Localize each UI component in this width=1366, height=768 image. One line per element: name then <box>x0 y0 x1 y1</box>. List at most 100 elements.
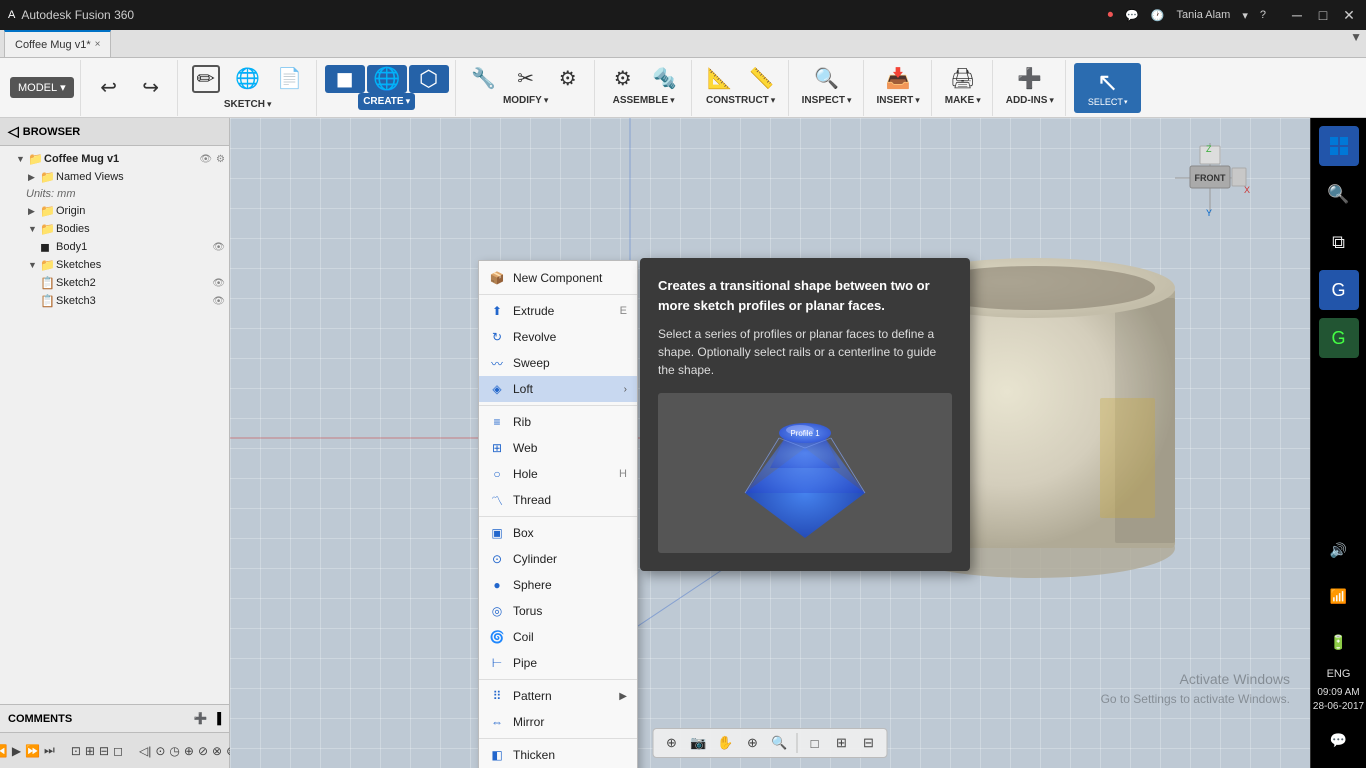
play-next-button[interactable]: ⏩ <box>25 740 40 762</box>
visibility-icon-sketch2[interactable]: 👁 <box>212 278 225 289</box>
anim-btn-4[interactable]: ⊕ <box>184 740 194 762</box>
play-end-button[interactable]: ⏭ <box>44 740 55 762</box>
make-menu-button[interactable]: MAKE ▾ <box>940 92 986 109</box>
inspect-menu-button[interactable]: INSPECT ▾ <box>797 92 857 109</box>
vp-pan-btn[interactable]: ✋ <box>714 731 738 755</box>
clock-icon[interactable]: 🕐 <box>1151 9 1165 22</box>
viewport[interactable]: FRONT X Y Z Activate Windows Go to Setti… <box>230 118 1310 768</box>
maximize-button[interactable]: □ <box>1314 6 1332 24</box>
select-button[interactable]: ↖ SELECT ▾ <box>1074 63 1142 113</box>
tree-item-sketches[interactable]: ▼ 📁 Sketches <box>0 256 229 274</box>
menu-item-box[interactable]: ▣ Box <box>479 520 637 546</box>
modify-btn-2[interactable]: ✂ <box>506 66 546 92</box>
anim-btn-1[interactable]: ◁| <box>139 740 151 762</box>
orientation-gizmo[interactable]: FRONT X Y Z <box>1170 138 1250 218</box>
construct-btn-2[interactable]: 📏 <box>742 66 782 92</box>
menu-item-loft[interactable]: ◈ Loft › <box>479 376 637 402</box>
sketch-create-button[interactable]: ✏ <box>186 62 226 96</box>
tree-item-named-views[interactable]: ▶ 📁 Named Views <box>0 168 229 186</box>
anim-btn-3[interactable]: ◷ <box>169 740 179 762</box>
comment-icon[interactable]: 💬 <box>1125 9 1139 22</box>
active-tab[interactable]: Coffee Mug v1* × <box>4 30 111 57</box>
speaker-icon[interactable]: 🔊 <box>1319 530 1359 570</box>
frame-btn-4[interactable]: ◻ <box>113 740 123 762</box>
sketch-menu-button[interactable]: SKETCH ▾ <box>219 96 277 113</box>
create-form-btn[interactable]: ⬡ <box>409 65 449 93</box>
tab-close-button[interactable]: × <box>95 39 101 50</box>
menu-item-rib[interactable]: ≡ Rib <box>479 409 637 435</box>
tree-item-sketch2[interactable]: 📋 Sketch2 👁 <box>0 274 229 292</box>
inspect-btn[interactable]: 🔍 <box>807 66 847 92</box>
addins-btn[interactable]: ➕ <box>1010 66 1050 92</box>
vp-zoom-btn[interactable]: 🔍 <box>768 731 792 755</box>
anim-btn-2[interactable]: ⊙ <box>155 740 165 762</box>
taskbar-chrome-button[interactable]: G <box>1319 270 1359 310</box>
redo-button[interactable]: ↪ <box>131 75 171 101</box>
model-button[interactable]: MODEL ▾ <box>10 77 74 98</box>
construct-menu-button[interactable]: CONSTRUCT ▾ <box>701 92 780 109</box>
minimize-button[interactable]: ─ <box>1288 6 1306 24</box>
add-comment-icon[interactable]: ➕ <box>194 712 208 725</box>
tree-item-root[interactable]: ▼ 📁 Coffee Mug v1 👁 ⚙ <box>0 150 229 168</box>
create-menu-button[interactable]: CREATE ▾ <box>358 93 415 110</box>
close-button[interactable]: ✕ <box>1340 6 1358 24</box>
user-name[interactable]: Tania Alam <box>1177 9 1231 21</box>
tree-expand-sketches[interactable]: ▼ <box>28 260 40 270</box>
tree-item-body1[interactable]: ◼ Body1 👁 <box>0 238 229 256</box>
assemble-btn-1[interactable]: ⚙ <box>603 66 643 92</box>
modify-btn-3[interactable]: ⚙ <box>548 66 588 92</box>
settings-icon-root[interactable]: ⚙ <box>216 154 225 165</box>
make-btn[interactable]: 🖨 <box>943 66 983 92</box>
wifi-icon[interactable]: 📶 <box>1319 576 1359 616</box>
tree-item-origin[interactable]: ▶ 📁 Origin <box>0 202 229 220</box>
construct-btn-1[interactable]: 📐 <box>700 66 740 92</box>
sketch-btn-3[interactable]: 📄 <box>270 66 310 92</box>
menu-item-cylinder[interactable]: ⊙ Cylinder <box>479 546 637 572</box>
menu-item-sphere[interactable]: ● Sphere <box>479 572 637 598</box>
battery-icon[interactable]: 🔋 <box>1319 622 1359 662</box>
anim-btn-6[interactable]: ⊗ <box>212 740 222 762</box>
anim-btn-5[interactable]: ⊘ <box>198 740 208 762</box>
play-prev-button[interactable]: ⏪ <box>0 740 8 762</box>
vp-orbit-btn[interactable]: ⊕ <box>741 731 765 755</box>
menu-item-torus[interactable]: ◎ Torus <box>479 598 637 624</box>
modify-btn-1[interactable]: 🔧 <box>464 66 504 92</box>
tree-expand-bodies[interactable]: ▼ <box>28 224 40 234</box>
visibility-icon-sketch3[interactable]: 👁 <box>212 296 225 307</box>
play-button[interactable]: ▶ <box>12 740 21 762</box>
menu-item-extrude[interactable]: ⬆ Extrude E <box>479 298 637 324</box>
insert-btn[interactable]: 📥 <box>878 66 918 92</box>
start-button[interactable] <box>1319 126 1359 166</box>
addins-menu-button[interactable]: ADD-INS ▾ <box>1001 92 1059 109</box>
menu-item-revolve[interactable]: ↻ Revolve <box>479 324 637 350</box>
taskbar-search-button[interactable]: 🔍 <box>1319 174 1359 214</box>
insert-menu-button[interactable]: INSERT ▾ <box>872 92 925 109</box>
vp-display-btn[interactable]: □ <box>803 731 827 755</box>
menu-item-pipe[interactable]: ⊢ Pipe <box>479 650 637 676</box>
menu-item-web[interactable]: ⊞ Web <box>479 435 637 461</box>
vp-grid-btn[interactable]: ⊞ <box>830 731 854 755</box>
menu-item-hole[interactable]: ○ Hole H <box>479 461 637 487</box>
visibility-icon-root[interactable]: 👁 <box>199 154 212 165</box>
create-icon-btn[interactable]: ◼ <box>325 65 365 93</box>
tree-item-sketch3[interactable]: 📋 Sketch3 👁 <box>0 292 229 310</box>
menu-item-new-component[interactable]: 📦 New Component <box>479 265 637 291</box>
menu-item-pattern[interactable]: ⠿ Pattern ▶ <box>479 683 637 709</box>
vp-camera-btn[interactable]: 📷 <box>687 731 711 755</box>
undo-button[interactable]: ↩ <box>89 75 129 101</box>
menu-item-thicken[interactable]: ◧ Thicken <box>479 742 637 768</box>
record-icon[interactable]: ⏺ <box>1108 9 1114 22</box>
tree-expand-root[interactable]: ▼ <box>16 154 28 164</box>
taskbar-extension-button[interactable]: G <box>1319 318 1359 358</box>
tree-expand-named-views[interactable]: ▶ <box>28 172 40 183</box>
menu-item-thread[interactable]: 〽 Thread <box>479 487 637 513</box>
create-sphere-btn[interactable]: 🌐 <box>367 65 407 93</box>
notification-button[interactable]: 💬 <box>1319 720 1359 760</box>
vp-move-btn[interactable]: ⊕ <box>660 731 684 755</box>
frame-btn-1[interactable]: ⊡ <box>71 740 81 762</box>
vp-view-btn[interactable]: ⊟ <box>857 731 881 755</box>
modify-menu-button[interactable]: MODIFY ▾ <box>498 92 553 109</box>
chevron-down-icon[interactable]: ▾ <box>1242 9 1248 22</box>
sketch-btn-2[interactable]: 🌐 <box>228 66 268 92</box>
assemble-btn-2[interactable]: 🔩 <box>645 66 685 92</box>
